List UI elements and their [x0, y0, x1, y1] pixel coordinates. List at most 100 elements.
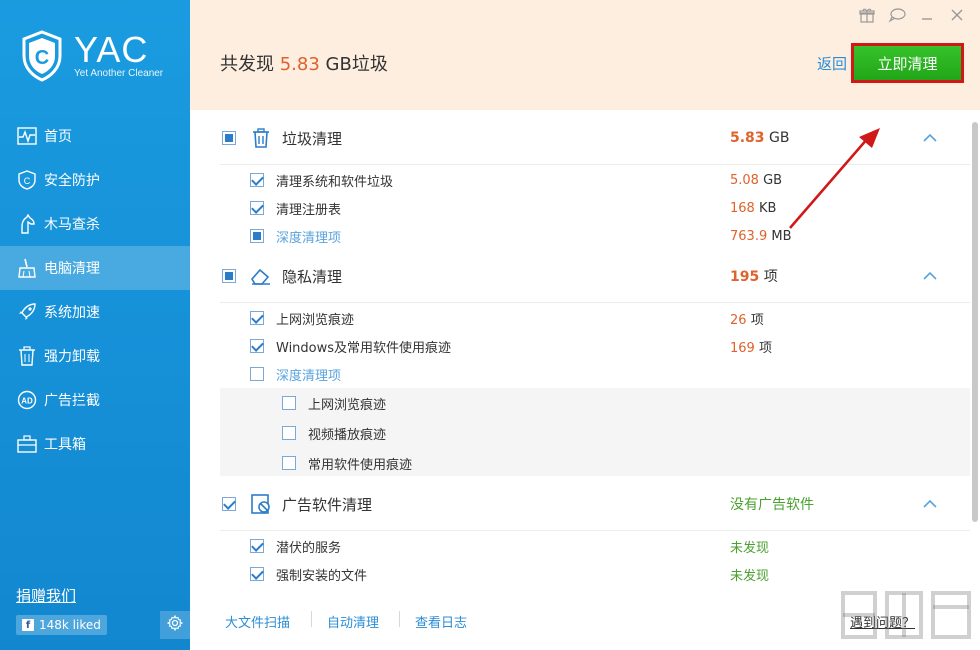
item-checkbox[interactable]: [250, 201, 264, 215]
item-label: 强制安装的文件: [276, 568, 368, 584]
sidebar-item-trojan-scan[interactable]: 木马查杀: [0, 202, 190, 246]
brand-name: YAC: [74, 29, 149, 70]
toolbox-icon: [16, 433, 38, 455]
section-privacy-header[interactable]: 隐私清理 195 项: [190, 248, 970, 304]
horse-icon: [16, 213, 38, 235]
divider: [220, 164, 970, 165]
collapse-caret-icon[interactable]: [921, 267, 939, 285]
sidebar-nav: 首页 C 安全防护 木马查杀 电脑清理 系统加速 强力卸载 AD 广告拦截 工具…: [0, 114, 190, 466]
list-item[interactable]: 强制安装的文件 未发现: [250, 560, 970, 588]
sidebar-item-pc-clean[interactable]: 电脑清理: [0, 246, 190, 290]
rocket-icon: [16, 301, 38, 323]
section-adware-title: 广告软件清理: [282, 495, 373, 514]
trash-icon: [16, 345, 38, 367]
item-checkbox[interactable]: [250, 311, 264, 325]
section-privacy-size: 195 项: [730, 269, 778, 285]
settings-button[interactable]: [160, 611, 190, 639]
eraser-icon: [250, 265, 272, 287]
minimize-button[interactable]: [912, 4, 942, 26]
item-checkbox[interactable]: [250, 339, 264, 353]
pulse-icon: [16, 125, 38, 147]
app-logo: C YAC Yet Another Cleaner: [20, 30, 163, 82]
list-item[interactable]: 深度清理项 763.9 MB: [250, 222, 970, 250]
collapse-caret-icon[interactable]: [921, 129, 939, 147]
donate-link[interactable]: 捐赠我们: [16, 585, 76, 606]
sidebar-item-security[interactable]: C 安全防护: [0, 158, 190, 202]
item-size: 763.9 MB: [730, 228, 792, 244]
shield-icon: C: [16, 169, 38, 191]
back-link[interactable]: 返回: [817, 53, 847, 74]
section-adware-checkbox[interactable]: [222, 497, 236, 511]
item-count: 26 项: [730, 312, 764, 328]
facebook-like-button[interactable]: f 148k liked: [16, 615, 107, 635]
feedback-button[interactable]: [882, 4, 912, 26]
section-privacy-checkbox[interactable]: [222, 269, 236, 283]
item-checkbox[interactable]: [250, 229, 264, 243]
item-label: 上网浏览痕迹: [276, 312, 355, 328]
minimize-icon: [922, 18, 932, 20]
item-checkbox[interactable]: [250, 539, 264, 553]
sidebar-item-speedup[interactable]: 系统加速: [0, 290, 190, 334]
clean-now-button[interactable]: 立即清理: [854, 46, 961, 80]
sidebar: C YAC Yet Another Cleaner 首页 C 安全防护 木马查杀: [0, 0, 190, 650]
divider: [399, 611, 400, 627]
sidebar-item-label: 强力卸载: [44, 349, 100, 365]
collapse-caret-icon[interactable]: [921, 495, 939, 513]
item-checkbox[interactable]: [250, 367, 264, 381]
item-checkbox[interactable]: [250, 173, 264, 187]
found-prefix: 共发现: [220, 54, 274, 75]
gear-icon: [166, 614, 184, 635]
section-junk-header[interactable]: 垃圾清理 5.83 GB: [190, 110, 970, 166]
item-count: 169 项: [730, 340, 772, 356]
item-size: 168 KB: [730, 200, 777, 216]
sidebar-item-label: 系统加速: [44, 305, 100, 321]
list-item[interactable]: 上网浏览痕迹 26 项: [250, 304, 970, 332]
svg-text:AD: AD: [21, 397, 33, 406]
item-checkbox[interactable]: [282, 456, 296, 470]
clean-now-highlight: 立即清理: [851, 43, 964, 83]
deep-clean-link[interactable]: 深度清理项: [276, 365, 341, 384]
list-item[interactable]: 视频播放痕迹: [282, 418, 386, 448]
item-checkbox[interactable]: [250, 567, 264, 581]
section-adware-status: 没有广告软件: [730, 497, 814, 513]
divider: [220, 302, 970, 303]
sidebar-item-label: 工具箱: [44, 437, 86, 453]
section-junk-checkbox[interactable]: [222, 131, 236, 145]
sidebar-item-label: 木马查杀: [44, 217, 100, 233]
window-controls: [852, 4, 972, 26]
facebook-like-count: 148k liked: [39, 618, 101, 632]
list-item[interactable]: 深度清理项: [250, 360, 970, 388]
item-label: 常用软件使用痕迹: [308, 457, 413, 473]
sidebar-item-label: 广告拦截: [44, 393, 100, 409]
close-button[interactable]: [942, 4, 972, 26]
list-item[interactable]: 清理注册表 168 KB: [250, 194, 970, 222]
sidebar-item-adblock[interactable]: AD 广告拦截: [0, 378, 190, 422]
item-checkbox[interactable]: [282, 426, 296, 440]
large-file-scan-link[interactable]: 大文件扫描: [225, 612, 290, 631]
list-item[interactable]: 上网浏览痕迹: [282, 388, 386, 418]
deep-clean-link[interactable]: 深度清理项: [276, 227, 341, 246]
item-label: 视频播放痕迹: [308, 427, 387, 443]
item-size: 5.08 GB: [730, 172, 783, 188]
list-item[interactable]: 常用软件使用痕迹: [282, 448, 412, 478]
result-header: 共发现 5.83 GB垃圾 返回 立即清理: [190, 0, 980, 110]
section-adware-header[interactable]: 广告软件清理 没有广告软件: [190, 476, 970, 532]
close-icon: [951, 9, 963, 21]
item-status: 未发现: [730, 568, 770, 584]
gift-button[interactable]: [852, 4, 882, 26]
sidebar-item-label: 安全防护: [44, 173, 100, 189]
section-junk-size: 5.83 GB: [730, 130, 790, 146]
sidebar-item-toolbox[interactable]: 工具箱: [0, 422, 190, 466]
item-checkbox[interactable]: [282, 396, 296, 410]
list-item[interactable]: Windows及常用软件使用痕迹 169 项: [250, 332, 970, 360]
sidebar-item-uninstall[interactable]: 强力卸载: [0, 334, 190, 378]
divider: [311, 611, 312, 627]
help-link[interactable]: 遇到问题？: [850, 612, 915, 631]
auto-clean-link[interactable]: 自动清理: [327, 612, 379, 631]
view-log-link[interactable]: 查看日志: [415, 612, 467, 631]
scrollbar[interactable]: [972, 122, 978, 522]
shield-logo-icon: C: [20, 30, 64, 82]
sidebar-item-home[interactable]: 首页: [0, 114, 190, 158]
list-item[interactable]: 潜伏的服务 未发现: [250, 532, 970, 560]
list-item[interactable]: 清理系统和软件垃圾 5.08 GB: [250, 166, 970, 194]
